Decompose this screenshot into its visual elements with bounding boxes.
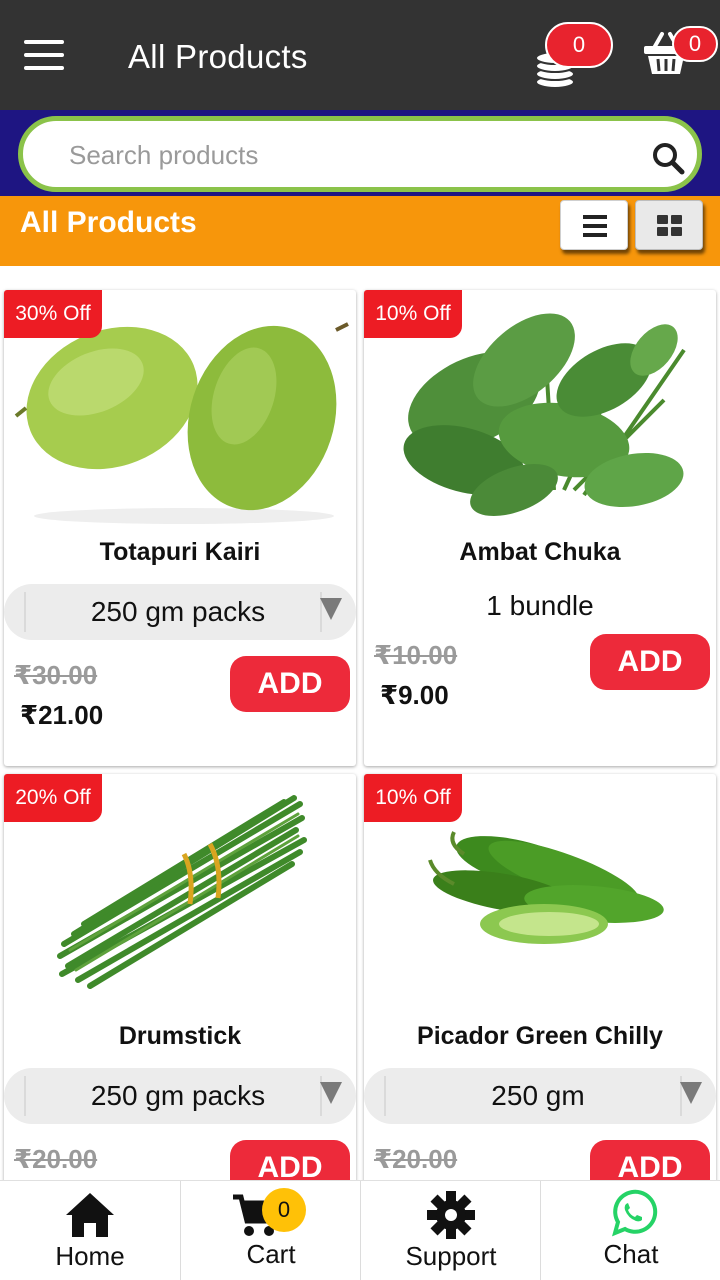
unit-select-value: 250 gm packs xyxy=(90,596,266,627)
product-name: Ambat Chuka xyxy=(459,538,621,566)
unit-select[interactable]: 250 gm packs xyxy=(4,584,356,640)
product-name: Totapuri Kairi xyxy=(99,538,261,566)
product-name: Picador Green Chilly xyxy=(417,1022,663,1050)
product-card[interactable]: 20% Off Drumstick 250 gm packs ₹20.00 AD… xyxy=(4,774,356,1194)
whatsapp-icon xyxy=(612,1189,658,1237)
search-icon[interactable] xyxy=(651,141,685,175)
discount-badge: 30% Off xyxy=(4,290,102,338)
wallet-count-badge: 0 xyxy=(545,22,613,68)
product-card[interactable]: 30% Off Totapuri Kairi 250 gm packs ₹30.… xyxy=(4,290,356,766)
mrp-price: ₹20.00 xyxy=(14,1144,98,1174)
chevron-down-icon xyxy=(320,598,342,620)
home-icon xyxy=(66,1193,114,1237)
mrp-price: ₹30.00 xyxy=(14,660,98,690)
mrp-price: ₹10.00 xyxy=(374,640,458,670)
top-app-bar: All Products xyxy=(0,0,720,110)
mrp-price: ₹20.00 xyxy=(374,1144,458,1174)
product-card[interactable]: 10% Off Picador Green Chilly 250 gm ₹20.… xyxy=(364,774,716,1194)
unit-select-value: 250 gm packs xyxy=(90,1080,266,1111)
search-input[interactable] xyxy=(69,138,629,172)
menu-icon[interactable] xyxy=(24,40,64,72)
nav-support-label: Support xyxy=(405,1241,497,1271)
chevron-down-icon xyxy=(320,1082,342,1104)
discount-badge: 20% Off xyxy=(4,774,102,822)
grid-view-button[interactable] xyxy=(635,200,703,250)
bottom-navigation: Home Cart Support Chat xyxy=(0,1180,720,1280)
add-to-cart-button[interactable]: ADD xyxy=(230,656,350,712)
nav-chat-label: Chat xyxy=(603,1239,659,1269)
nav-home[interactable]: Home xyxy=(0,1181,180,1280)
discount-badge: 10% Off xyxy=(364,290,462,338)
section-title: All Products xyxy=(20,206,197,239)
sale-price: ₹21.00 xyxy=(20,700,104,730)
page-title: All Products xyxy=(128,38,308,75)
nav-support[interactable]: Support xyxy=(361,1181,541,1280)
list-view-button[interactable] xyxy=(560,200,628,250)
section-header: All Products xyxy=(0,196,720,266)
product-card[interactable]: 10% Off Ambat Chuka 1 bundle ₹10.00 ₹9.0… xyxy=(364,290,716,766)
add-to-cart-button[interactable]: ADD xyxy=(590,634,710,690)
cart-count-badge: 0 xyxy=(672,26,718,62)
sale-price: ₹9.00 xyxy=(380,680,449,710)
unit-select-value: 250 gm xyxy=(491,1080,585,1111)
nav-cart-count-badge: 0 xyxy=(262,1188,306,1232)
list-view-icon xyxy=(583,215,607,237)
nav-chat[interactable]: Chat xyxy=(541,1181,720,1280)
unit-label: 1 bundle xyxy=(486,590,594,621)
search-box xyxy=(18,116,702,192)
app-screen: All Products 0 0 All Products xyxy=(0,0,720,1280)
gear-icon xyxy=(427,1191,475,1239)
product-name: Drumstick xyxy=(118,1022,242,1050)
unit-select[interactable]: 250 gm xyxy=(364,1068,716,1124)
nav-cart-label: Cart xyxy=(246,1239,296,1269)
discount-badge: 10% Off xyxy=(364,774,462,822)
nav-home-label: Home xyxy=(55,1241,125,1271)
grid-view-icon xyxy=(657,215,682,236)
chevron-down-icon xyxy=(680,1082,702,1104)
unit-select[interactable]: 250 gm packs xyxy=(4,1068,356,1124)
